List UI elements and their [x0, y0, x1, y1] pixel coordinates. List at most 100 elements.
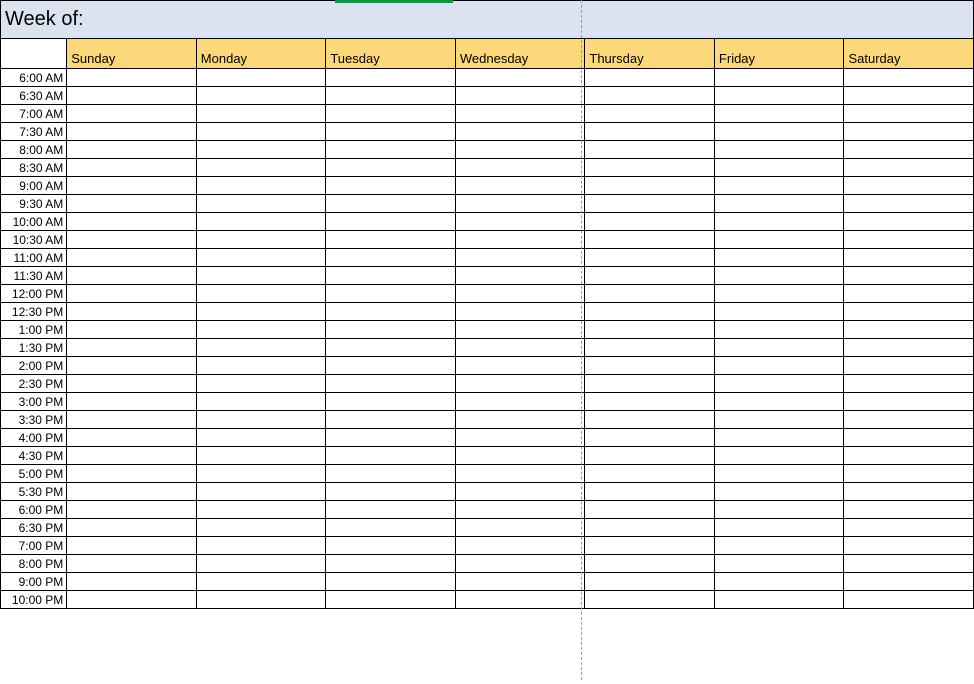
schedule-cell[interactable]: [714, 339, 844, 357]
schedule-cell[interactable]: [67, 573, 197, 591]
schedule-cell[interactable]: [585, 483, 715, 501]
schedule-cell[interactable]: [67, 537, 197, 555]
schedule-cell[interactable]: [67, 267, 197, 285]
schedule-cell[interactable]: [67, 195, 197, 213]
schedule-cell[interactable]: [196, 447, 326, 465]
schedule-cell[interactable]: [585, 501, 715, 519]
schedule-cell[interactable]: [455, 429, 585, 447]
time-label[interactable]: 1:00 PM: [1, 321, 67, 339]
schedule-cell[interactable]: [326, 411, 456, 429]
schedule-cell[interactable]: [196, 69, 326, 87]
schedule-cell[interactable]: [844, 303, 974, 321]
schedule-cell[interactable]: [326, 249, 456, 267]
schedule-cell[interactable]: [67, 213, 197, 231]
schedule-cell[interactable]: [455, 195, 585, 213]
schedule-cell[interactable]: [585, 177, 715, 195]
schedule-cell[interactable]: [844, 519, 974, 537]
schedule-cell[interactable]: [326, 573, 456, 591]
schedule-cell[interactable]: [585, 87, 715, 105]
schedule-cell[interactable]: [326, 141, 456, 159]
time-label[interactable]: 7:00 PM: [1, 537, 67, 555]
schedule-cell[interactable]: [67, 555, 197, 573]
schedule-cell[interactable]: [196, 105, 326, 123]
schedule-cell[interactable]: [585, 213, 715, 231]
schedule-cell[interactable]: [455, 267, 585, 285]
schedule-cell[interactable]: [196, 393, 326, 411]
schedule-cell[interactable]: [714, 69, 844, 87]
schedule-cell[interactable]: [585, 105, 715, 123]
schedule-cell[interactable]: [455, 357, 585, 375]
schedule-cell[interactable]: [455, 285, 585, 303]
schedule-cell[interactable]: [714, 411, 844, 429]
schedule-cell[interactable]: [67, 501, 197, 519]
schedule-cell[interactable]: [196, 87, 326, 105]
schedule-cell[interactable]: [196, 429, 326, 447]
time-label[interactable]: 1:30 PM: [1, 339, 67, 357]
schedule-cell[interactable]: [714, 177, 844, 195]
schedule-cell[interactable]: [196, 411, 326, 429]
schedule-cell[interactable]: [326, 501, 456, 519]
schedule-cell[interactable]: [844, 321, 974, 339]
schedule-cell[interactable]: [585, 231, 715, 249]
schedule-cell[interactable]: [714, 87, 844, 105]
time-label[interactable]: 8:00 PM: [1, 555, 67, 573]
schedule-cell[interactable]: [844, 177, 974, 195]
schedule-cell[interactable]: [455, 375, 585, 393]
time-label[interactable]: 6:00 PM: [1, 501, 67, 519]
schedule-cell[interactable]: [714, 195, 844, 213]
schedule-cell[interactable]: [714, 591, 844, 609]
schedule-cell[interactable]: [455, 303, 585, 321]
schedule-cell[interactable]: [326, 69, 456, 87]
schedule-cell[interactable]: [455, 573, 585, 591]
schedule-cell[interactable]: [196, 195, 326, 213]
schedule-cell[interactable]: [326, 159, 456, 177]
day-header-friday[interactable]: Friday: [714, 39, 844, 69]
schedule-cell[interactable]: [455, 537, 585, 555]
schedule-cell[interactable]: [844, 339, 974, 357]
schedule-cell[interactable]: [326, 537, 456, 555]
schedule-cell[interactable]: [844, 141, 974, 159]
schedule-cell[interactable]: [67, 141, 197, 159]
schedule-cell[interactable]: [844, 573, 974, 591]
schedule-cell[interactable]: [196, 321, 326, 339]
schedule-cell[interactable]: [196, 483, 326, 501]
schedule-cell[interactable]: [585, 465, 715, 483]
schedule-cell[interactable]: [844, 375, 974, 393]
schedule-cell[interactable]: [67, 249, 197, 267]
schedule-cell[interactable]: [714, 123, 844, 141]
schedule-cell[interactable]: [326, 447, 456, 465]
schedule-cell[interactable]: [455, 123, 585, 141]
schedule-cell[interactable]: [196, 555, 326, 573]
day-header-thursday[interactable]: Thursday: [585, 39, 715, 69]
schedule-cell[interactable]: [326, 339, 456, 357]
schedule-cell[interactable]: [326, 483, 456, 501]
time-label[interactable]: 4:00 PM: [1, 429, 67, 447]
schedule-cell[interactable]: [67, 159, 197, 177]
schedule-cell[interactable]: [585, 321, 715, 339]
time-label[interactable]: 9:00 PM: [1, 573, 67, 591]
time-label[interactable]: 5:00 PM: [1, 465, 67, 483]
schedule-cell[interactable]: [585, 339, 715, 357]
schedule-cell[interactable]: [844, 411, 974, 429]
schedule-cell[interactable]: [714, 249, 844, 267]
schedule-cell[interactable]: [326, 591, 456, 609]
schedule-cell[interactable]: [326, 87, 456, 105]
day-header-saturday[interactable]: Saturday: [844, 39, 974, 69]
schedule-cell[interactable]: [714, 537, 844, 555]
day-header-wednesday[interactable]: Wednesday: [455, 39, 585, 69]
schedule-cell[interactable]: [455, 69, 585, 87]
schedule-cell[interactable]: [196, 285, 326, 303]
schedule-cell[interactable]: [455, 555, 585, 573]
schedule-cell[interactable]: [714, 285, 844, 303]
schedule-cell[interactable]: [326, 321, 456, 339]
schedule-cell[interactable]: [585, 195, 715, 213]
schedule-cell[interactable]: [196, 339, 326, 357]
time-label[interactable]: 3:30 PM: [1, 411, 67, 429]
schedule-cell[interactable]: [196, 159, 326, 177]
schedule-cell[interactable]: [326, 213, 456, 231]
schedule-cell[interactable]: [196, 177, 326, 195]
time-label[interactable]: 7:00 AM: [1, 105, 67, 123]
schedule-cell[interactable]: [585, 375, 715, 393]
time-label[interactable]: 8:30 AM: [1, 159, 67, 177]
schedule-cell[interactable]: [585, 123, 715, 141]
